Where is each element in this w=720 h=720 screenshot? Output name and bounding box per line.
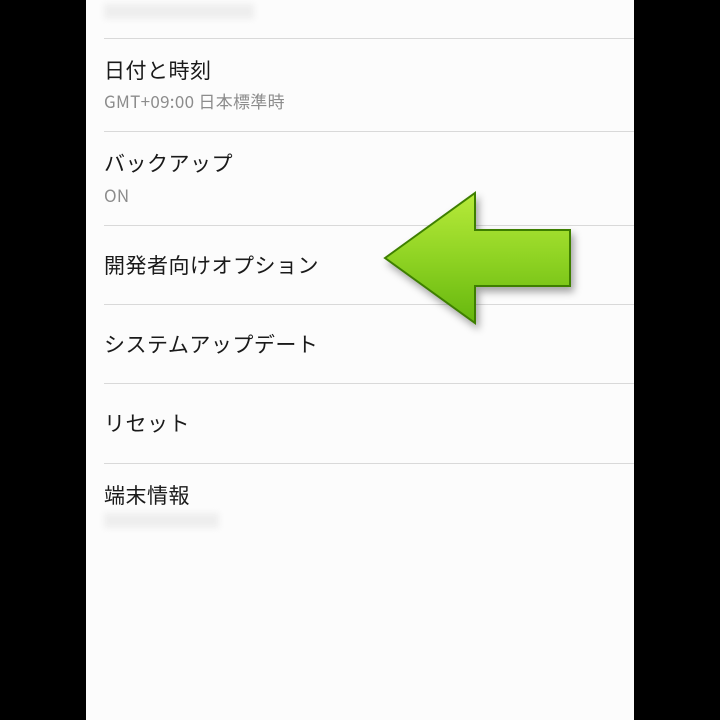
list-item-system-update[interactable]: システムアップデート bbox=[86, 305, 634, 383]
redacted-subtitle bbox=[104, 4, 254, 19]
list-item-developer-options[interactable]: 開発者向けオプション bbox=[86, 226, 634, 304]
item-subtitle: ON bbox=[104, 182, 616, 207]
list-item-reset[interactable]: リセット bbox=[86, 384, 634, 462]
redacted-subtitle bbox=[104, 513, 219, 528]
item-title: バックアップ bbox=[104, 149, 616, 177]
item-title: 日付と時刻 bbox=[104, 56, 616, 84]
list-item-backup[interactable]: バックアップ ON bbox=[86, 132, 634, 224]
list-item[interactable] bbox=[86, 0, 634, 38]
settings-screen: 日付と時刻 GMT+09:00 日本標準時 バックアップ ON 開発者向けオプシ… bbox=[86, 0, 634, 720]
item-title: システムアップデート bbox=[104, 330, 616, 358]
item-title: リセット bbox=[104, 409, 616, 437]
list-item-about-phone[interactable]: 端末情報 bbox=[86, 464, 634, 563]
item-title: 開発者向けオプション bbox=[104, 251, 616, 279]
item-title: 端末情報 bbox=[104, 481, 616, 509]
list-item-date-time[interactable]: 日付と時刻 GMT+09:00 日本標準時 bbox=[86, 39, 634, 131]
item-subtitle: GMT+09:00 日本標準時 bbox=[104, 88, 616, 113]
